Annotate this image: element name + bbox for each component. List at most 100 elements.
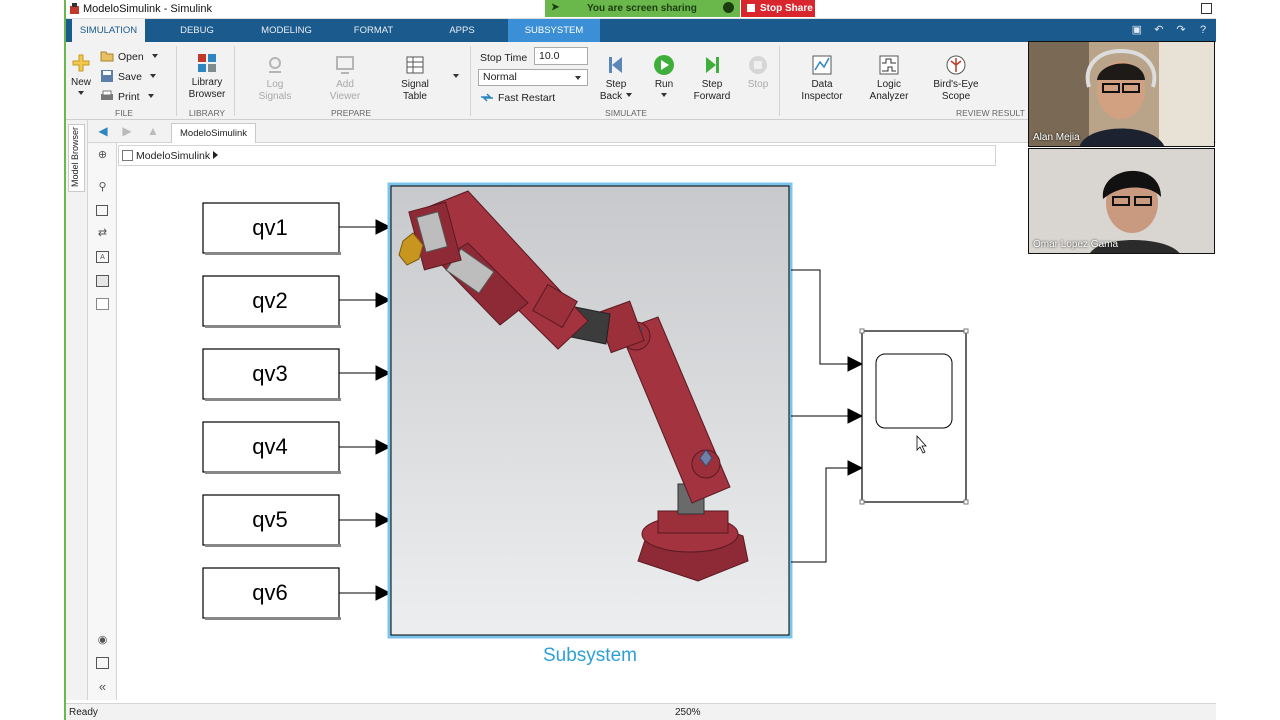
- output-signal-lines[interactable]: [791, 269, 864, 563]
- print-button[interactable]: Print: [100, 90, 154, 103]
- straight-arrow-icon[interactable]: ⇄: [96, 227, 109, 239]
- constant-block-qv3[interactable]: qv3: [202, 348, 341, 401]
- signal-table-button[interactable]: Signal Table: [390, 54, 440, 103]
- fast-restart-label: Fast Restart: [498, 92, 556, 104]
- run-button[interactable]: Run: [646, 54, 682, 103]
- library-browser-icon: [198, 54, 216, 72]
- area-icon[interactable]: [96, 298, 109, 310]
- forward-arrow-icon[interactable]: ▶: [120, 125, 134, 138]
- resize-handle[interactable]: [963, 499, 969, 505]
- stop-icon: [749, 56, 767, 74]
- block-label: qv4: [252, 434, 287, 459]
- back-arrow-icon[interactable]: ◀: [96, 125, 110, 138]
- constant-block-qv6[interactable]: qv6: [202, 567, 341, 620]
- image-icon[interactable]: [96, 275, 109, 287]
- save-icon: [101, 70, 113, 82]
- input-signal-lines[interactable]: [339, 219, 392, 601]
- breadcrumb-model[interactable]: ModeloSimulink: [136, 150, 210, 162]
- constant-block-qv1[interactable]: qv1: [202, 202, 341, 255]
- document-tab[interactable]: ModeloSimulink: [171, 123, 257, 143]
- log-signals-line1: Log: [266, 79, 284, 90]
- library-browser-button[interactable]: Library Browser: [184, 52, 230, 101]
- step-back-icon: [609, 57, 622, 73]
- stop-time-input[interactable]: 10.0: [534, 47, 588, 65]
- prepare-gallery-expand-icon[interactable]: [453, 74, 459, 78]
- undo-icon[interactable]: ↶: [1152, 23, 1166, 37]
- signal-table-line2: Table: [403, 91, 427, 102]
- save-icon[interactable]: ▣: [1130, 23, 1144, 37]
- log-signals-line2: Signals: [258, 91, 292, 102]
- hide-show-explorer-icon[interactable]: ⊕: [96, 149, 109, 161]
- collapse-icon[interactable]: «: [96, 680, 109, 693]
- fast-restart-toggle[interactable]: Fast Restart: [480, 92, 555, 104]
- participant-video-1[interactable]: Alan Mejia: [1028, 41, 1215, 147]
- scope-block[interactable]: [859, 328, 969, 505]
- logic-analyzer-button[interactable]: Logic Analyzer: [862, 54, 916, 103]
- breadcrumb[interactable]: ModeloSimulink: [118, 145, 996, 166]
- fit-to-view-icon[interactable]: [96, 205, 108, 216]
- stop-button[interactable]: Stop: [741, 54, 775, 91]
- stop-icon: [747, 4, 755, 12]
- camera-icon[interactable]: ◉: [96, 634, 109, 646]
- status-text: Ready: [69, 707, 98, 718]
- tab-subsystem-block[interactable]: SUBSYSTEM BLOCK: [508, 19, 600, 59]
- logic-analyzer-icon: [879, 55, 899, 75]
- data-inspector-button[interactable]: Data Inspector: [796, 54, 848, 103]
- printer-icon: [101, 90, 113, 100]
- property-inspector-icon[interactable]: [96, 657, 109, 669]
- annotation-icon[interactable]: A: [96, 251, 109, 263]
- chevron-down-icon: [661, 93, 667, 97]
- participant-name: Alan Mejia: [1033, 132, 1080, 143]
- block-diagram-palette: ⊕ ⚲ ⇄ A ◉ «: [88, 143, 117, 700]
- log-signals-button[interactable]: Log Signals: [250, 54, 300, 103]
- model-browser-strip: Model Browser: [66, 120, 88, 700]
- tab-debug[interactable]: DEBUG: [162, 19, 232, 42]
- data-inspector-line2: Inspector: [801, 91, 843, 102]
- zoom-icon[interactable]: ⚲: [96, 181, 109, 193]
- pin-icon[interactable]: ➤: [551, 2, 559, 13]
- group-label-review: REVIEW RESULT: [956, 108, 1025, 118]
- constant-block-qv2[interactable]: qv2: [202, 275, 341, 328]
- restore-window-icon[interactable]: [1201, 3, 1212, 14]
- tab-apps[interactable]: APPS: [431, 19, 493, 42]
- new-label: New: [70, 77, 91, 88]
- constant-block-qv4[interactable]: qv4: [202, 421, 341, 474]
- help-icon[interactable]: ?: [1196, 23, 1210, 37]
- step-forward-line2: Forward: [693, 91, 731, 102]
- tab-format[interactable]: FORMAT: [341, 19, 406, 42]
- step-forward-button[interactable]: Step Forward: [688, 54, 736, 103]
- save-button[interactable]: Save: [100, 70, 156, 83]
- new-button[interactable]: New: [70, 52, 92, 101]
- step-forward-line1: Step: [701, 79, 723, 90]
- group-label-file: FILE: [115, 108, 133, 118]
- simulink-app-icon: [70, 3, 79, 14]
- subsystem-block[interactable]: Subsystem: [387, 182, 793, 666]
- open-button[interactable]: Open: [100, 50, 158, 63]
- constant-block-qv5[interactable]: qv5: [202, 494, 341, 547]
- resize-handle[interactable]: [963, 328, 969, 334]
- add-viewer-button[interactable]: Add Viewer: [320, 54, 370, 103]
- add-viewer-line2: Viewer: [329, 91, 361, 102]
- resize-handle[interactable]: [859, 499, 865, 505]
- stop-share-button[interactable]: Stop Share: [741, 0, 815, 17]
- resize-handle[interactable]: [859, 328, 865, 334]
- model-browser-tab[interactable]: Model Browser: [68, 124, 85, 192]
- up-arrow-icon[interactable]: ▲: [146, 125, 160, 138]
- ribbon-tab-bar: SIMULATION DEBUG MODELING FORMAT APPS SU…: [66, 19, 1216, 59]
- birds-eye-scope-button[interactable]: Bird's-Eye Scope: [928, 54, 984, 103]
- redo-icon[interactable]: ↷: [1174, 23, 1188, 37]
- add-viewer-line1: Add: [336, 79, 354, 90]
- add-viewer-icon: [336, 56, 354, 74]
- step-back-button[interactable]: Step Back: [592, 54, 640, 103]
- tab-simulation[interactable]: SIMULATION: [72, 19, 145, 42]
- zoom-level[interactable]: 250%: [675, 707, 701, 718]
- participant-name: Omar Lopez Gama: [1033, 239, 1119, 250]
- simulation-mode-select[interactable]: Normal: [478, 69, 588, 86]
- data-inspector-line1: Data: [811, 79, 833, 90]
- stop-label: Stop: [747, 79, 769, 90]
- run-icon: [654, 55, 674, 75]
- tab-modeling[interactable]: MODELING: [249, 19, 324, 42]
- participant-video-2[interactable]: Omar Lopez Gama: [1028, 148, 1215, 254]
- screen-share-banner: ➤ You are screen sharing: [545, 0, 740, 17]
- simulation-mode-value: Normal: [483, 71, 517, 83]
